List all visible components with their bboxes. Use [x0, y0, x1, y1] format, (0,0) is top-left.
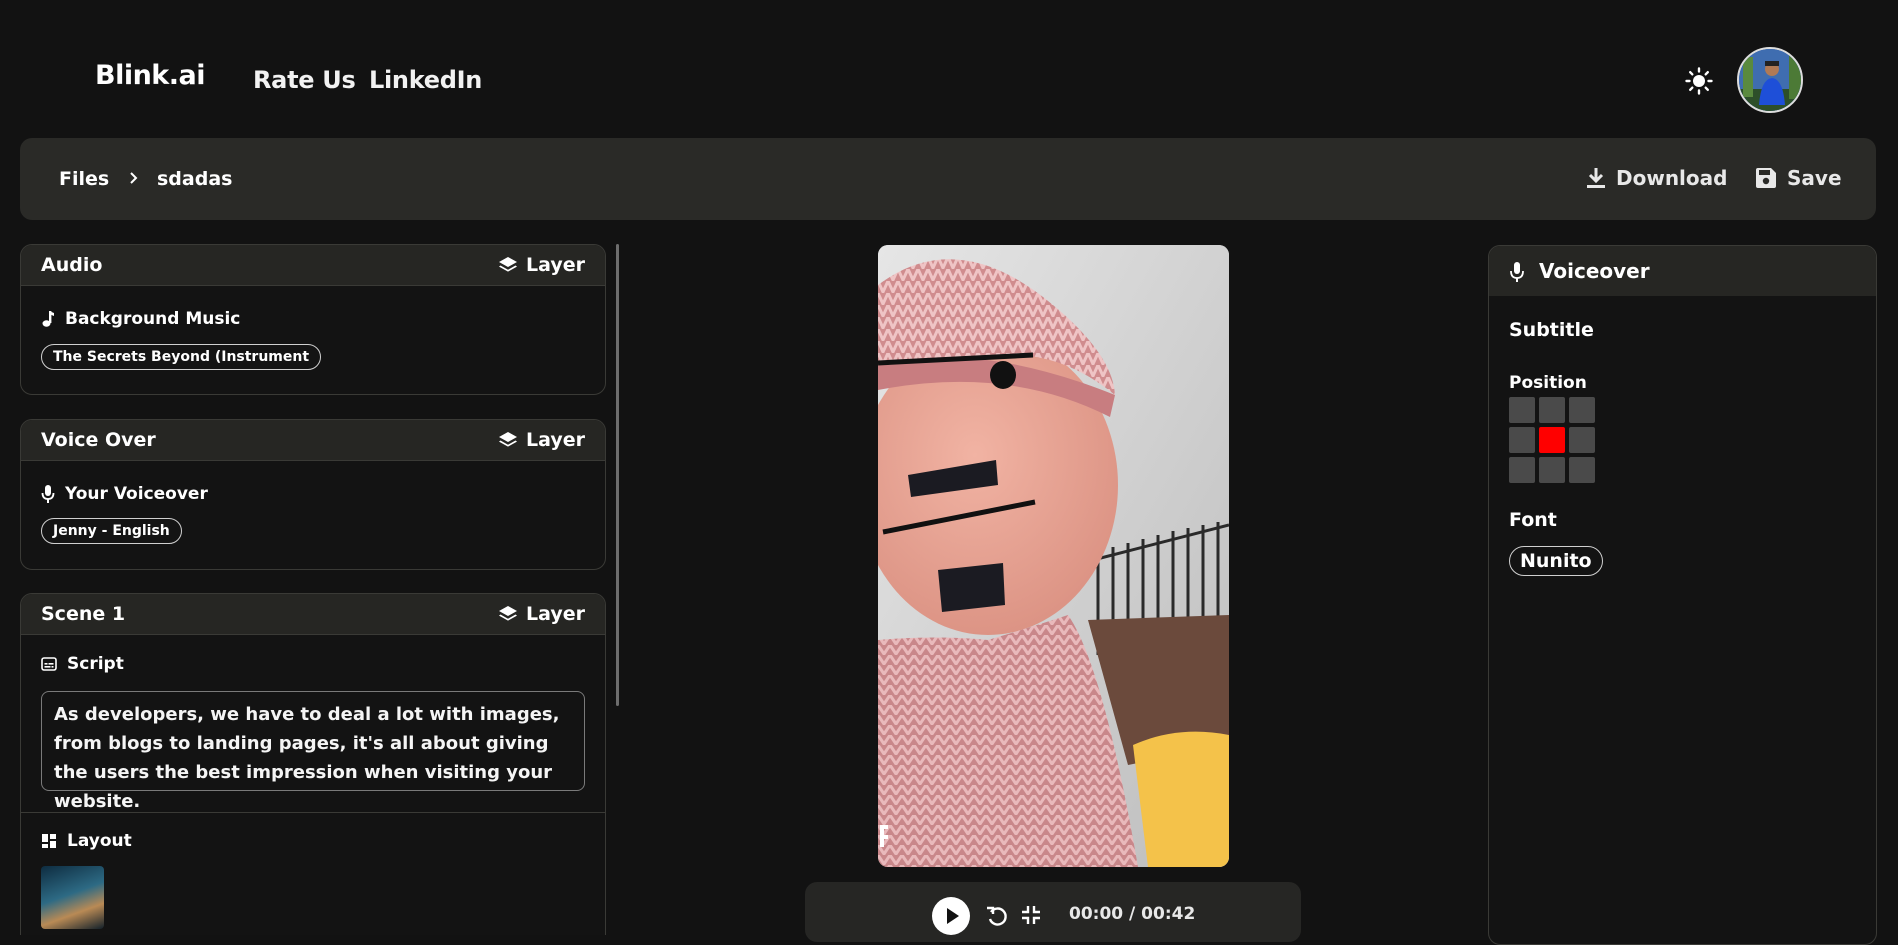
music-note-icon	[42, 311, 54, 327]
position-cell-6[interactable]	[1569, 427, 1595, 453]
voice-selection-pill[interactable]: Jenny - English	[41, 518, 182, 544]
floppy-disk-icon	[1756, 168, 1776, 188]
voice-over-card-title: Voice Over	[41, 429, 156, 451]
position-label: Position	[1509, 373, 1587, 393]
layout-label: Layout	[67, 831, 132, 851]
audio-card-header: Audio Layer	[21, 245, 605, 286]
position-cell-7[interactable]	[1509, 457, 1535, 483]
position-cell-8[interactable]	[1539, 457, 1565, 483]
voiceover-panel-header: Voiceover	[1489, 246, 1876, 296]
download-icon	[1587, 168, 1605, 188]
save-button[interactable]: Save	[1755, 166, 1842, 190]
audio-card-title: Audio	[41, 254, 103, 276]
download-button[interactable]: Download	[1586, 166, 1727, 190]
scene-1-layer-button[interactable]: Layer	[498, 603, 585, 625]
layout-thumbnail[interactable]	[41, 866, 104, 929]
playback-timecode: 00:00 / 00:42	[1069, 904, 1196, 924]
voice-over-card: Voice Over Layer Your Voiceover Jenny - …	[20, 419, 606, 570]
scene-1-card: Scene 1 Layer Script As developers, we h…	[20, 593, 606, 935]
chevron-right-icon	[130, 172, 138, 184]
scene-1-card-header: Scene 1 Layer	[21, 594, 605, 635]
script-label: Script	[67, 654, 124, 674]
position-cell-5[interactable]	[1539, 427, 1565, 453]
nav-rate-us-link[interactable]: Rate Us	[253, 66, 356, 94]
breadcrumb-current-project: sdadas	[157, 168, 233, 190]
your-voiceover-label: Your Voiceover	[65, 484, 208, 504]
background-music-label: Background Music	[65, 309, 241, 329]
position-cell-4[interactable]	[1509, 427, 1535, 453]
background-music-track-pill[interactable]: The Secrets Beyond (Instrument	[41, 344, 322, 370]
subtitle-position-grid	[1509, 397, 1595, 483]
voiceover-settings-panel: Voiceover Subtitle Position Font Nunito	[1488, 245, 1877, 945]
exit-fullscreen-icon[interactable]	[1021, 905, 1041, 925]
audio-card: Audio Layer Background Music The Secrets…	[20, 244, 606, 395]
layers-icon	[499, 606, 517, 621]
video-frame-image	[878, 245, 1229, 867]
top-navigation-bar: Blink.ai Rate Us LinkedIn	[0, 0, 1898, 138]
font-selection-pill[interactable]: Nunito	[1509, 546, 1603, 576]
position-cell-2[interactable]	[1539, 397, 1565, 423]
playback-controls: 00:00 / 00:42	[805, 882, 1301, 942]
subtitle-heading: Subtitle	[1509, 319, 1594, 341]
your-voiceover-row: Your Voiceover	[41, 484, 208, 504]
layout-row: Layout	[41, 831, 132, 851]
microphone-icon	[41, 485, 55, 503]
divider	[21, 812, 605, 813]
download-label: Download	[1616, 166, 1728, 190]
voice-over-layer-button[interactable]: Layer	[498, 429, 585, 451]
left-panel-scrollbar[interactable]	[616, 244, 619, 706]
play-button[interactable]	[932, 897, 970, 935]
audio-layer-button[interactable]: Layer	[498, 254, 585, 276]
user-avatar[interactable]	[1737, 47, 1803, 113]
script-textarea[interactable]: As developers, we have to deal a lot wit…	[41, 691, 585, 812]
layer-label: Layer	[526, 603, 585, 625]
breadcrumb-bar: Files sdadas Download Save	[20, 138, 1876, 220]
layers-icon	[499, 257, 517, 272]
brand-logo[interactable]: Blink.ai	[95, 60, 206, 91]
layer-label: Layer	[526, 254, 585, 276]
voice-over-card-header: Voice Over Layer	[21, 420, 605, 461]
layers-icon	[499, 432, 517, 447]
microphone-icon	[1510, 262, 1524, 282]
subtitles-icon	[41, 657, 57, 671]
play-icon	[947, 908, 959, 924]
sun-icon[interactable]	[1685, 67, 1713, 95]
breadcrumb-files-link[interactable]: Files	[59, 168, 109, 190]
nav-linkedin-link[interactable]: LinkedIn	[369, 66, 482, 94]
voiceover-panel-title: Voiceover	[1539, 259, 1650, 283]
position-cell-9[interactable]	[1569, 457, 1595, 483]
dashboard-layout-icon	[42, 834, 56, 848]
position-cell-3[interactable]	[1569, 397, 1595, 423]
scene-1-card-title: Scene 1	[41, 603, 126, 625]
replay-icon[interactable]	[985, 904, 1009, 928]
left-layers-panel: Audio Layer Background Music The Secrets…	[20, 244, 606, 935]
background-music-row: Background Music	[41, 309, 240, 329]
font-label: Font	[1509, 509, 1557, 531]
video-preview[interactable]	[878, 245, 1229, 867]
layer-label: Layer	[526, 429, 585, 451]
save-label: Save	[1787, 166, 1842, 190]
script-row: Script	[41, 654, 124, 674]
position-cell-1[interactable]	[1509, 397, 1535, 423]
